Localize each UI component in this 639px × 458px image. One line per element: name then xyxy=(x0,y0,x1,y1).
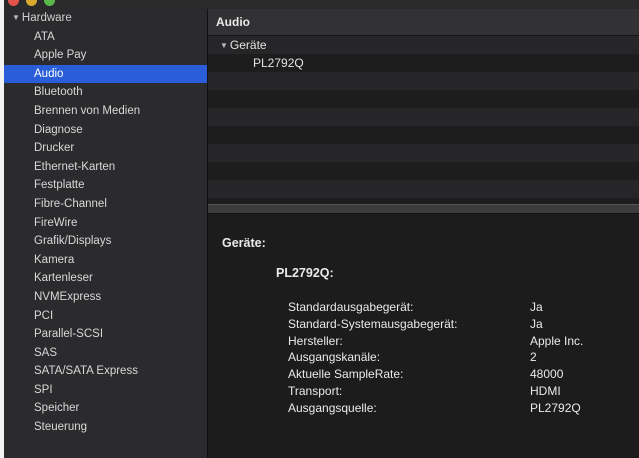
sidebar-group-label: Hardware xyxy=(21,12,72,24)
tree-group-row[interactable]: ▼ Geräte xyxy=(208,36,639,54)
property-key: Transport: xyxy=(288,383,343,398)
property-value: 2 xyxy=(530,350,537,365)
main-panel: Audio ▼ Geräte PL2792Q Geräte: PL2792Q: S… xyxy=(208,9,639,458)
tree-group-label: Geräte xyxy=(229,38,267,52)
property-key: Aktuelle SampleRate: xyxy=(288,367,404,382)
sidebar-item-drucker[interactable]: Drucker xyxy=(4,139,207,158)
tree-empty-row xyxy=(208,108,639,126)
system-information-window: ▼ Hardware ATA Apple Pay Audio Bluetooth Bren… xyxy=(4,0,639,458)
property-row: Standard-Systemausgabegerät: Ja xyxy=(288,316,633,333)
sidebar-group-hardware[interactable]: ▼ Hardware xyxy=(4,9,207,28)
sidebar: ▼ Hardware ATA Apple Pay Audio Bluetooth Bren… xyxy=(4,9,208,458)
sidebar-item-festplatte[interactable]: Festplatte xyxy=(4,176,207,195)
property-value: 48000 xyxy=(530,367,564,382)
sidebar-item-ata[interactable]: ATA xyxy=(4,28,207,47)
sidebar-item-kamera[interactable]: Kamera xyxy=(4,251,207,270)
sidebar-item-audio[interactable]: Audio xyxy=(4,64,207,84)
sidebar-item-pci[interactable]: PCI xyxy=(4,307,207,326)
property-list: Standardausgabegerät: Ja Standard-Systemau… xyxy=(288,299,633,417)
property-key: Ausgangsquelle: xyxy=(288,400,377,415)
sidebar-item-firewire[interactable]: FireWire xyxy=(4,214,207,233)
sidebar-item-kartenleser[interactable]: Kartenleser xyxy=(4,269,207,288)
disclosure-triangle-icon[interactable]: ▼ xyxy=(12,9,20,28)
minimize-window-button[interactable] xyxy=(26,0,37,6)
property-row: Transport: HDMI xyxy=(288,383,633,400)
detail-device-name: PL2792Q: xyxy=(276,266,334,280)
property-value: Ja xyxy=(530,300,543,314)
tree-empty-row xyxy=(208,180,639,198)
sidebar-item-fibre-channel[interactable]: Fibre-Channel xyxy=(4,195,207,214)
sidebar-item-speicher[interactable]: Speicher xyxy=(4,399,207,418)
property-value: PL2792Q xyxy=(530,400,581,415)
sidebar-item-grafik-displays[interactable]: Grafik/Displays xyxy=(4,232,207,251)
tree-empty-row xyxy=(208,72,639,90)
property-row: Standardausgabegerät: Ja xyxy=(288,299,633,316)
tree-device-row[interactable]: PL2792Q xyxy=(208,54,639,72)
sidebar-item-nvmexpress[interactable]: NVMExpress xyxy=(4,288,207,307)
device-tree: ▼ Geräte PL2792Q xyxy=(208,36,639,204)
property-row: Ausgangskanäle: 2 xyxy=(288,349,633,366)
split-view-divider[interactable] xyxy=(208,204,639,214)
tree-empty-row xyxy=(208,144,639,162)
property-row: Ausgangsquelle: PL2792Q xyxy=(288,400,633,417)
sidebar-item-brennen-von-medien[interactable]: Brennen von Medien xyxy=(4,102,207,121)
sidebar-item-list: ATA Apple Pay Audio Bluetooth Brennen von Me… xyxy=(4,28,207,437)
sidebar-item-steuerung[interactable]: Steuerung xyxy=(4,418,207,437)
sidebar-item-ethernet-karten[interactable]: Ethernet-Karten xyxy=(4,158,207,177)
content-header: Audio xyxy=(208,9,639,36)
property-value: HDMI xyxy=(530,383,561,398)
sidebar-item-sas[interactable]: SAS xyxy=(4,344,207,363)
property-value: Apple Inc. xyxy=(530,333,584,348)
property-key: Hersteller: xyxy=(288,333,343,348)
detail-heading: Geräte: xyxy=(222,236,266,250)
title-bar xyxy=(4,0,639,9)
detail-pane: Geräte: PL2792Q: Standardausgabegerät: Ja… xyxy=(208,214,639,458)
property-row: Aktuelle SampleRate: 48000 xyxy=(288,366,633,383)
property-key: Standard-Systemausgabegerät: xyxy=(288,316,458,331)
sidebar-item-parallel-scsi[interactable]: Parallel-SCSI xyxy=(4,325,207,344)
sidebar-item-bluetooth[interactable]: Bluetooth xyxy=(4,83,207,102)
tree-empty-row xyxy=(208,90,639,108)
zoom-window-button[interactable] xyxy=(44,0,55,6)
sidebar-item-spi[interactable]: SPI xyxy=(4,381,207,400)
content-title: Audio xyxy=(216,15,250,29)
close-window-button[interactable] xyxy=(8,0,19,6)
property-row: Hersteller: Apple Inc. xyxy=(288,333,633,350)
sidebar-item-sata-sata-express[interactable]: SATA/SATA Express xyxy=(4,362,207,381)
tree-empty-row xyxy=(208,126,639,144)
sidebar-item-diagnose[interactable]: Diagnose xyxy=(4,121,207,140)
property-key: Ausgangskanäle: xyxy=(288,350,381,365)
property-value: Ja xyxy=(530,316,543,331)
property-key: Standardausgabegerät: xyxy=(288,300,414,314)
disclosure-triangle-icon[interactable]: ▼ xyxy=(220,37,228,55)
tree-device-label: PL2792Q xyxy=(253,56,304,70)
sidebar-item-apple-pay[interactable]: Apple Pay xyxy=(4,46,207,65)
tree-empty-row xyxy=(208,162,639,180)
